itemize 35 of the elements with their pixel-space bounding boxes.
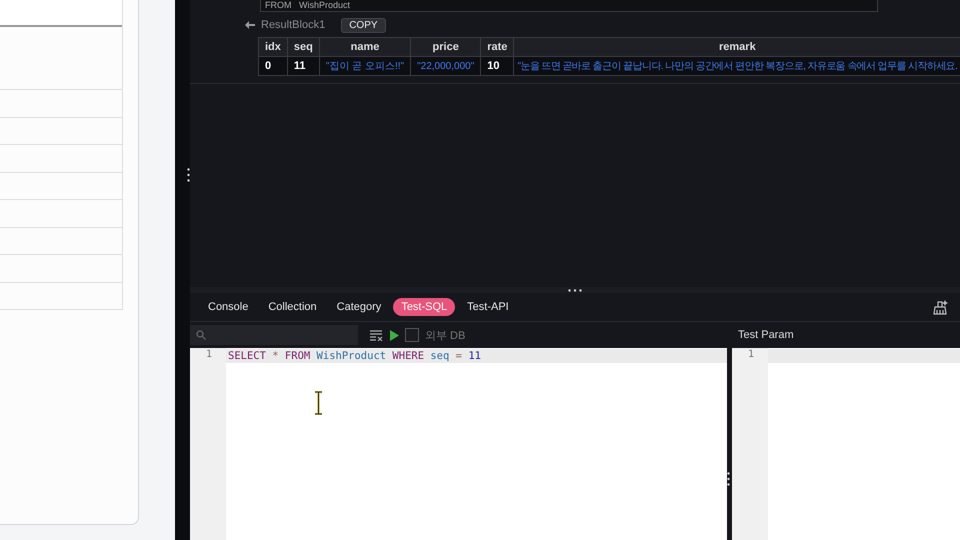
tab[interactable]: Test-SQL — [393, 298, 456, 316]
copy-button[interactable]: COPY — [341, 18, 386, 32]
column-header: idx — [258, 38, 288, 56]
back-arrow-icon[interactable] — [245, 21, 255, 29]
table-cell: 10 — [480, 56, 514, 76]
table-cell: "22,000,000" — [410, 56, 481, 76]
table-cell: 0 — [258, 56, 288, 76]
line-number: 1 — [204, 349, 213, 362]
column-header: seq — [287, 38, 320, 56]
search-icon — [196, 330, 206, 340]
column-header: remark — [514, 38, 960, 56]
query-text: FROM WishProduct — [265, 0, 350, 11]
search-field[interactable] — [190, 325, 358, 345]
checkbox[interactable] — [405, 328, 419, 342]
tab[interactable]: Test-API — [459, 298, 517, 316]
broom-icon[interactable] — [932, 299, 948, 315]
table-cell: "눈을 뜨면 곧바로 출근이 끝납니다. 나만의 공간에서 편안한 복장으로, 자유로움 속에서 업무를 시작하세요. — [514, 56, 960, 76]
table-cell: "집이 곧 오피스!!" — [319, 56, 411, 76]
line-number: 1 — [746, 349, 755, 362]
column-header: name — [319, 38, 411, 56]
play-icon[interactable] — [389, 330, 399, 340]
result-block-title: ResultBlock1 — [261, 19, 326, 31]
column-header: price — [410, 38, 481, 56]
tab[interactable]: Console — [200, 298, 256, 316]
resize-handle-icon[interactable] — [568, 288, 582, 292]
resize-handle-icon[interactable] — [187, 168, 190, 182]
tab[interactable]: Collection — [260, 298, 325, 316]
panel-title: Test Param — [738, 329, 794, 341]
table-cell: 11 — [287, 56, 320, 76]
resize-handle-icon[interactable] — [727, 472, 730, 486]
text-cursor-icon — [314, 391, 323, 415]
column-header: rate — [480, 38, 514, 56]
checkbox-label: 외부 DB — [425, 328, 466, 342]
tab[interactable]: Category — [328, 298, 390, 316]
clear-format-icon[interactable] — [370, 330, 383, 340]
